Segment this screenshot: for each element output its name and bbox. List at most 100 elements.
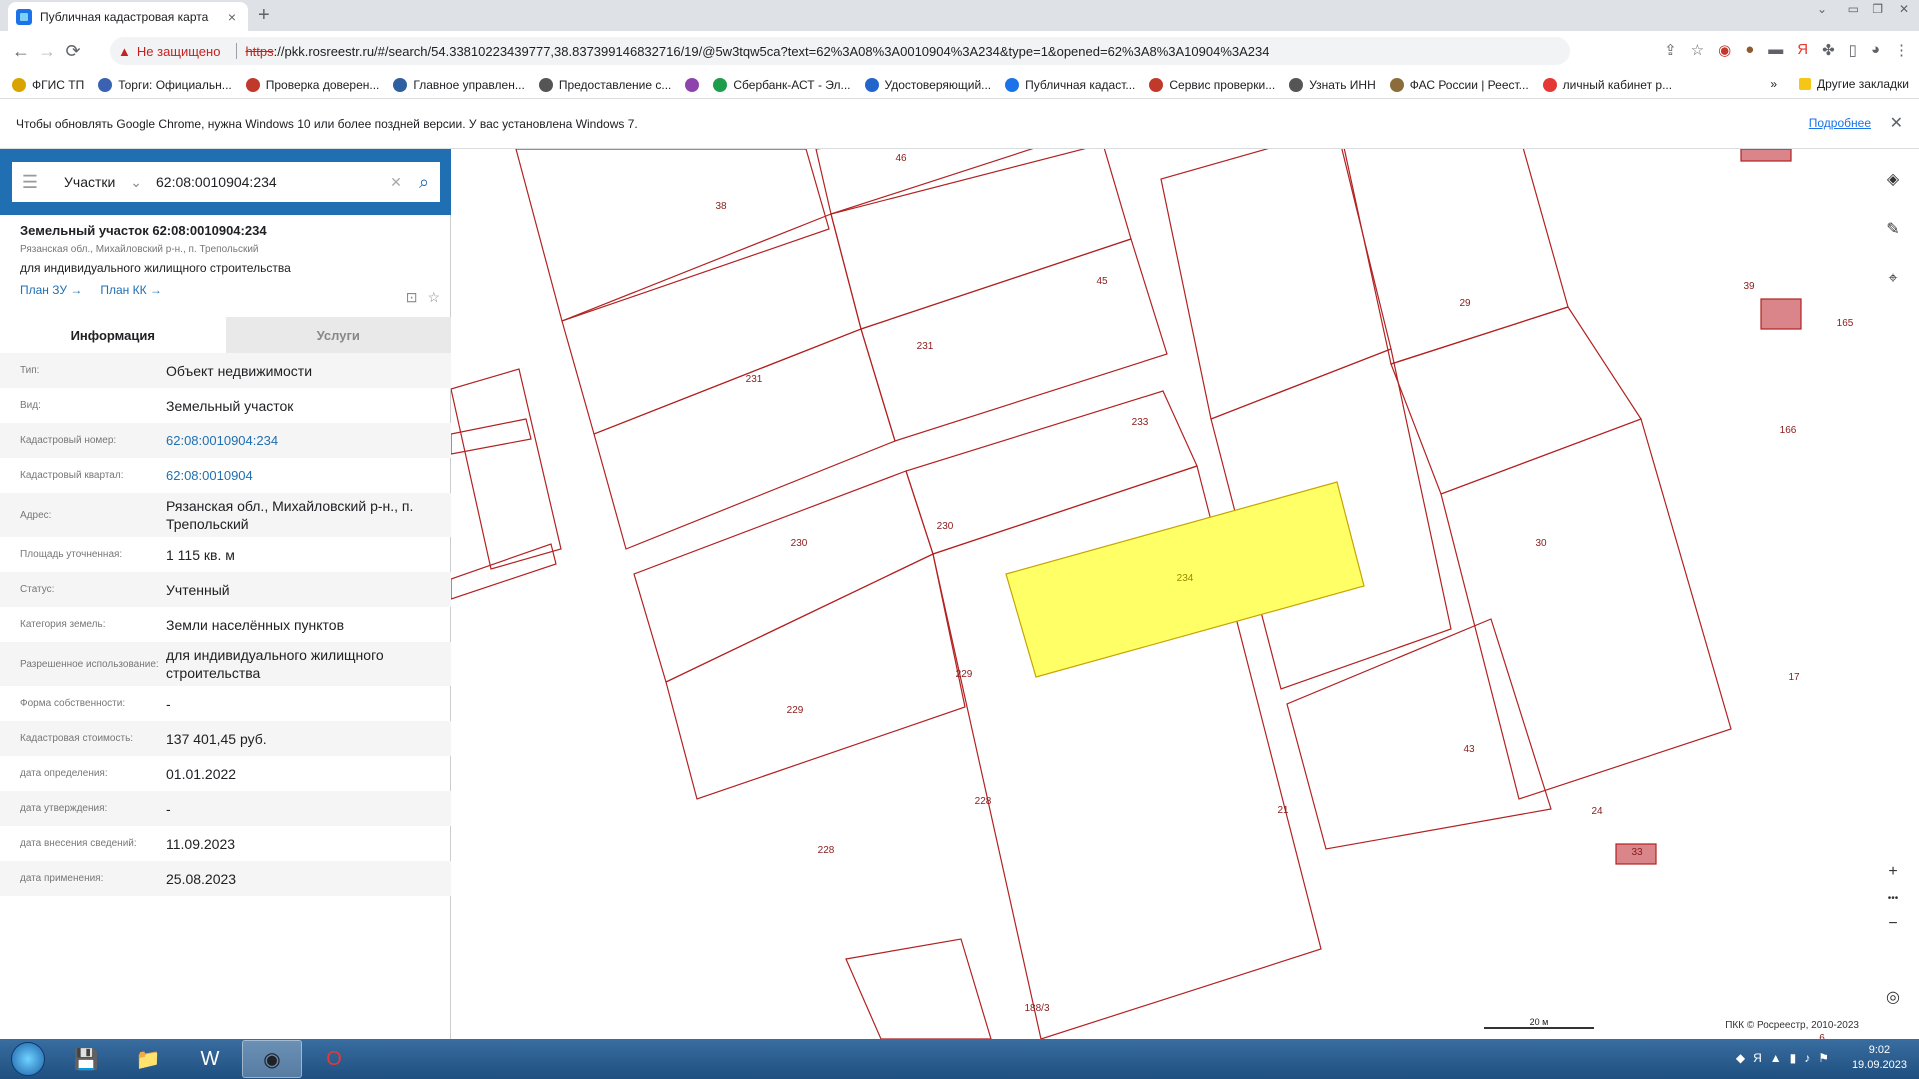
volume-icon[interactable]: ♪ [1804, 1051, 1810, 1065]
zoom-in-button[interactable]: + [1873, 857, 1913, 887]
yandex-icon[interactable]: Я [1797, 41, 1808, 59]
network-icon[interactable]: ▮ [1790, 1051, 1797, 1065]
bookmark-item[interactable]: Главное управлен... [393, 77, 525, 92]
bookmark-item[interactable]: Проверка доверен... [245, 77, 379, 92]
tab-services[interactable]: Услуги [225, 317, 451, 353]
parcel-boundary[interactable] [515, 149, 830, 322]
window-close-button[interactable]: ✕ [1899, 2, 1909, 16]
word-icon[interactable]: W [180, 1040, 240, 1078]
tray-icon[interactable]: ◆ [1736, 1051, 1745, 1065]
parcel-boundary[interactable] [830, 149, 1132, 330]
extension-icon[interactable]: ● [1745, 41, 1754, 59]
parcel-boundary[interactable] [451, 368, 562, 570]
parcel-boundary[interactable] [593, 328, 896, 550]
bookmark-favicon-icon [1149, 77, 1164, 92]
parcel-boundary[interactable] [1286, 618, 1552, 850]
address-bar[interactable]: ▲ Не защищено https ://pkk.rosreestr.ru/… [110, 37, 1570, 65]
other-bookmarks[interactable]: » Другие закладки [1770, 77, 1909, 91]
start-button[interactable] [0, 1039, 56, 1079]
opera-icon[interactable]: O [304, 1040, 364, 1078]
tab-close-icon[interactable]: × [224, 9, 240, 25]
parcel-boundary[interactable] [451, 418, 532, 455]
parcel-number-label: 233 [1132, 417, 1149, 428]
bookmark-item[interactable]: Сервис проверки... [1149, 77, 1275, 92]
compass-icon[interactable]: ◎ [1877, 979, 1909, 1015]
parcel-boundary[interactable] [633, 470, 934, 683]
menu-icon[interactable]: ⋮ [1894, 41, 1909, 59]
parcel-boundary[interactable] [845, 938, 992, 1039]
plan-zu-link[interactable]: План ЗУ → [20, 283, 82, 297]
tray-icon[interactable]: Я [1753, 1051, 1762, 1065]
parcel-boundary[interactable] [1160, 149, 1392, 420]
hamburger-icon[interactable]: ☰ [12, 172, 48, 193]
flag-icon[interactable]: ⚑ [1818, 1051, 1829, 1065]
zoom-more-button[interactable]: ••• [1873, 887, 1913, 909]
bookmark-item[interactable] [685, 77, 700, 92]
more-link[interactable]: Подробнее [1809, 116, 1871, 130]
parcel-number-label: 166 [1780, 425, 1797, 436]
object-type-label: Участки [64, 173, 116, 190]
back-arrow-icon[interactable]: ← [8, 41, 34, 62]
extension-icon[interactable]: ▬ [1768, 41, 1783, 59]
tab-search-icon[interactable]: ⌄ [1817, 2, 1827, 16]
share-icon[interactable]: ⇪ [1664, 41, 1677, 59]
parcel-boundary[interactable] [451, 543, 557, 600]
cadastral-map[interactable]: 38 46 45 29 39 165 231 231 233 166 230 230 234 30 229 2… [451, 149, 1919, 1039]
attribute-value: - [166, 800, 171, 817]
bookmark-item[interactable]: личный кабинет р... [1542, 77, 1672, 92]
attribute-link[interactable]: 62:08:0010904:234 [166, 428, 431, 454]
puzzle-icon[interactable]: ✤ [1822, 41, 1835, 59]
restore-button[interactable]: ❐ [1872, 2, 1883, 16]
not-secure-label[interactable]: Не защищено [137, 44, 221, 59]
object-type-select[interactable]: Участки ⌄ [48, 174, 148, 191]
ruler-icon[interactable]: ✎ [1873, 207, 1913, 251]
infobar-close-icon[interactable]: ✕ [1890, 113, 1903, 133]
bookmark-item[interactable]: ФАС России | Реест... [1389, 77, 1529, 92]
bookmark-favicon-icon [538, 77, 553, 92]
parcel-boundary[interactable] [860, 238, 1168, 442]
attribute-row: Статус: Учтенный [0, 572, 451, 607]
bookmark-item[interactable]: ФГИС ТП [12, 77, 84, 92]
bookmark-star-icon[interactable]: ☆ [1691, 41, 1704, 59]
save-app-icon[interactable]: 💾 [56, 1040, 116, 1078]
search-icon[interactable]: ⌕ [408, 172, 440, 193]
parcel-boundary[interactable] [1340, 149, 1569, 365]
explorer-icon[interactable]: 📁 [118, 1040, 178, 1078]
parcel-number-label: 229 [787, 705, 804, 716]
bookmark-item[interactable]: Сбербанк-АСТ - Эл... [713, 77, 851, 92]
bookmark-label: Узнать ИНН [1309, 77, 1376, 92]
zoom-to-object-icon[interactable]: ⊡ [406, 289, 418, 306]
attribute-link[interactable]: 62:08:0010904 [166, 463, 431, 489]
profile-icon[interactable]: ◕ [1871, 41, 1880, 59]
tab-information[interactable]: Информация [0, 317, 226, 353]
bookmarks-overflow[interactable]: » [1770, 77, 1777, 91]
clear-icon[interactable]: ✕ [384, 174, 408, 191]
reload-icon[interactable]: ⟳ [60, 41, 86, 62]
parcel-boundary[interactable] [665, 553, 966, 800]
bookmark-item[interactable]: Предоставление с... [538, 77, 671, 92]
attribute-row: Адрес: Рязанская обл., Михайловский р-н.,… [0, 493, 451, 537]
search-input[interactable]: 62:08:0010904:234 [148, 174, 384, 190]
locate-icon[interactable]: ⌖ [1873, 257, 1913, 301]
plan-kk-link[interactable]: План КК → [100, 283, 162, 297]
new-tab-button[interactable]: + [258, 4, 270, 27]
clock[interactable]: 9:02 19.09.2023 [1852, 1043, 1907, 1073]
side-panel-icon[interactable]: ▯ [1849, 41, 1857, 59]
bookmark-favicon-icon [864, 77, 879, 92]
forward-arrow-icon[interactable]: → [34, 41, 60, 62]
bookmark-item[interactable]: Удостоверяющий... [864, 77, 991, 92]
parcel-boundary[interactable] [561, 213, 862, 435]
bookmark-item[interactable]: Торги: Официальн... [98, 77, 232, 92]
parcel-boundary[interactable] [1440, 418, 1732, 800]
bookmark-item[interactable]: Узнать ИНН [1289, 77, 1376, 92]
minimize-button[interactable]: ▭ [1848, 2, 1859, 16]
favorite-star-icon[interactable]: ☆ [427, 289, 440, 306]
extension-icon[interactable]: ◉ [1718, 41, 1731, 59]
chrome-icon[interactable]: ◉ [242, 1040, 302, 1078]
zoom-out-button[interactable]: − [1873, 909, 1913, 939]
tray-icon[interactable]: ▲ [1770, 1051, 1782, 1065]
browser-tab[interactable]: Публичная кадастровая карта × [8, 2, 248, 31]
attribute-row: Тип: Объект недвижимости [0, 353, 451, 388]
bookmark-item[interactable]: Публичная кадаст... [1005, 77, 1135, 92]
layers-icon[interactable]: ◈ [1873, 157, 1913, 201]
